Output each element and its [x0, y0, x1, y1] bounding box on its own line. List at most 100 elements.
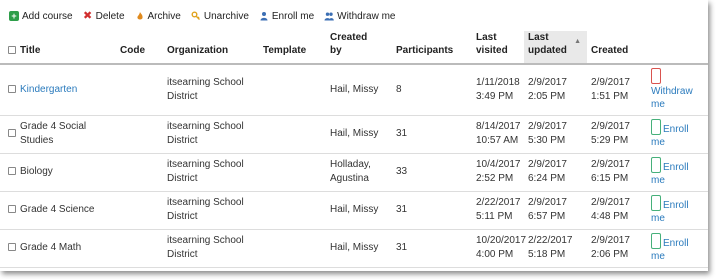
action-link[interactable]: Withdraw me — [651, 68, 704, 111]
course-last-updated: 2/9/2017 5:30 PM — [524, 115, 587, 153]
course-code — [116, 153, 163, 191]
row-checkbox[interactable] — [8, 205, 16, 214]
x-icon: ✖ — [82, 10, 93, 22]
column-created[interactable]: Created — [587, 31, 647, 64]
column-created-by[interactable]: Created by — [326, 31, 392, 64]
organization-line2: District — [167, 135, 198, 146]
last-visited-date: 1/11/2018 — [476, 76, 520, 88]
created-by-line1: Hail, Missy — [330, 204, 379, 215]
last-visited-time: 3:49 PM — [476, 90, 514, 102]
column-last-visited[interactable]: Last visited — [472, 31, 524, 64]
action-text-line1[interactable]: Enroll — [663, 161, 689, 174]
row-checkbox[interactable] — [8, 85, 16, 94]
column-last-updated[interactable]: Last updated ▲ — [524, 31, 587, 64]
withdraw-icon — [651, 68, 661, 85]
delete-button[interactable]: ✖ Delete — [83, 11, 125, 22]
last-visited-time: 5:11 PM — [476, 211, 513, 222]
column-last-visited-line1: Last — [476, 32, 497, 43]
course-created-by: Hail, Missy — [326, 191, 392, 229]
course-title-text[interactable]: Kindergarten — [20, 84, 77, 95]
action-text-line2[interactable]: me — [651, 212, 704, 225]
last-visited-date: 8/14/2017 — [476, 121, 521, 132]
action-link[interactable]: Enroll me — [651, 233, 704, 263]
action-link[interactable]: Enroll me — [651, 157, 704, 187]
created-by-line2: Agustina — [330, 173, 369, 184]
select-all-checkbox[interactable] — [8, 46, 16, 55]
table-row[interactable]: Grade 4 Social Studies itsearning School… — [0, 115, 708, 153]
add-course-button[interactable]: + Add course — [9, 11, 73, 22]
table-row[interactable]: Grade 4 Science itsearning School Distric… — [0, 191, 708, 229]
course-title[interactable]: Kindergarten — [16, 64, 116, 115]
course-organization: itsearning School District — [163, 191, 259, 229]
enroll-me-link[interactable]: Enroll me — [647, 153, 708, 191]
created-by-line1: Hail, Missy — [330, 242, 379, 253]
action-link[interactable]: Enroll me — [651, 119, 704, 149]
column-code[interactable]: Code — [116, 31, 163, 64]
unarchive-button[interactable]: Unarchive — [191, 11, 249, 22]
course-template — [259, 153, 326, 191]
row-select-cell[interactable] — [0, 64, 16, 115]
action-line: Enroll — [651, 119, 704, 136]
sort-ascending-icon: ▲ — [574, 38, 581, 45]
organization-line2: District — [167, 249, 198, 260]
row-select-cell[interactable] — [0, 153, 16, 191]
action-line: Enroll — [651, 233, 704, 250]
unarchive-label: Unarchive — [203, 10, 249, 22]
created-time: 1:51 PM — [591, 90, 629, 102]
delete-label: Delete — [95, 10, 125, 22]
course-participants: 31 — [396, 128, 408, 139]
organization-line1: itsearning School — [167, 235, 244, 246]
row-checkbox[interactable] — [8, 167, 16, 176]
created-by-line1: Hail, Missy — [330, 83, 379, 95]
column-template[interactable]: Template — [259, 31, 326, 64]
archive-button[interactable]: Archive — [135, 11, 181, 22]
course-template — [259, 64, 326, 115]
select-all-cell[interactable] — [0, 31, 16, 64]
action-text-line1[interactable]: Enroll — [663, 199, 689, 212]
add-course-label: Add course — [22, 10, 73, 22]
column-last-updated-line2: updated — [528, 45, 567, 56]
column-participants[interactable]: Participants — [392, 31, 472, 64]
column-last-visited-line2: visited — [476, 45, 508, 56]
last-updated-time: 5:18 PM — [528, 249, 566, 260]
row-checkbox[interactable] — [8, 243, 16, 252]
last-updated-date: 2/9/2017 — [528, 197, 567, 208]
course-last-visited: 10/4/2017 2:52 PM — [472, 153, 524, 191]
action-text-line1[interactable]: Enroll — [663, 237, 689, 250]
row-select-cell[interactable] — [0, 191, 16, 229]
enroll-me-link[interactable]: Enroll me — [647, 191, 708, 229]
enroll-me-button[interactable]: Enroll me — [259, 11, 314, 22]
organization-line1: itsearning School — [167, 197, 244, 208]
withdraw-me-button[interactable]: Withdraw me — [324, 11, 396, 22]
column-organization[interactable]: Organization — [163, 31, 259, 64]
course-created: 2/9/2017 5:29 PM — [587, 115, 647, 153]
course-created-by: Holladay, Agustina — [326, 153, 392, 191]
courses-panel: + Add course ✖ Delete Archive Unarchive … — [0, 0, 708, 271]
last-visited-time: 2:52 PM — [476, 173, 514, 184]
action-text-line2[interactable]: me — [651, 136, 704, 149]
action-link[interactable]: Enroll me — [651, 195, 704, 225]
course-created: 2/9/2017 6:15 PM — [587, 153, 647, 191]
course-last-visited: 1/11/2018 3:49 PM — [472, 64, 524, 115]
enroll-me-link[interactable]: Enroll me — [647, 229, 708, 267]
column-title[interactable]: Title — [16, 31, 116, 64]
action-text-line2[interactable]: me — [651, 98, 704, 111]
action-text-line2[interactable]: me — [651, 250, 704, 263]
table-row[interactable]: Kindergarten itsearning School District H… — [0, 64, 708, 115]
row-checkbox[interactable] — [8, 129, 16, 138]
table-row[interactable]: Grade 4 Math itsearning School District H… — [0, 229, 708, 267]
table-row[interactable]: Biology itsearning School District Hollad… — [0, 153, 708, 191]
organization-line1: itsearning School — [167, 121, 244, 132]
course-last-updated: 2/9/2017 6:57 PM — [524, 191, 587, 229]
withdraw-me-link[interactable]: Withdraw me — [647, 64, 708, 115]
row-select-cell[interactable] — [0, 229, 16, 267]
row-select-cell[interactable] — [0, 115, 16, 153]
course-title-text: Grade 4 Social Studies — [20, 121, 87, 146]
action-text-line1[interactable]: Withdraw — [651, 85, 704, 98]
action-text-line1[interactable]: Enroll — [663, 123, 689, 136]
created-time: 6:15 PM — [591, 173, 629, 184]
archive-label: Archive — [147, 10, 181, 22]
enroll-me-link[interactable]: Enroll me — [647, 115, 708, 153]
action-text-line2[interactable]: me — [651, 174, 704, 187]
created-by-line1: Hail, Missy — [330, 128, 379, 139]
